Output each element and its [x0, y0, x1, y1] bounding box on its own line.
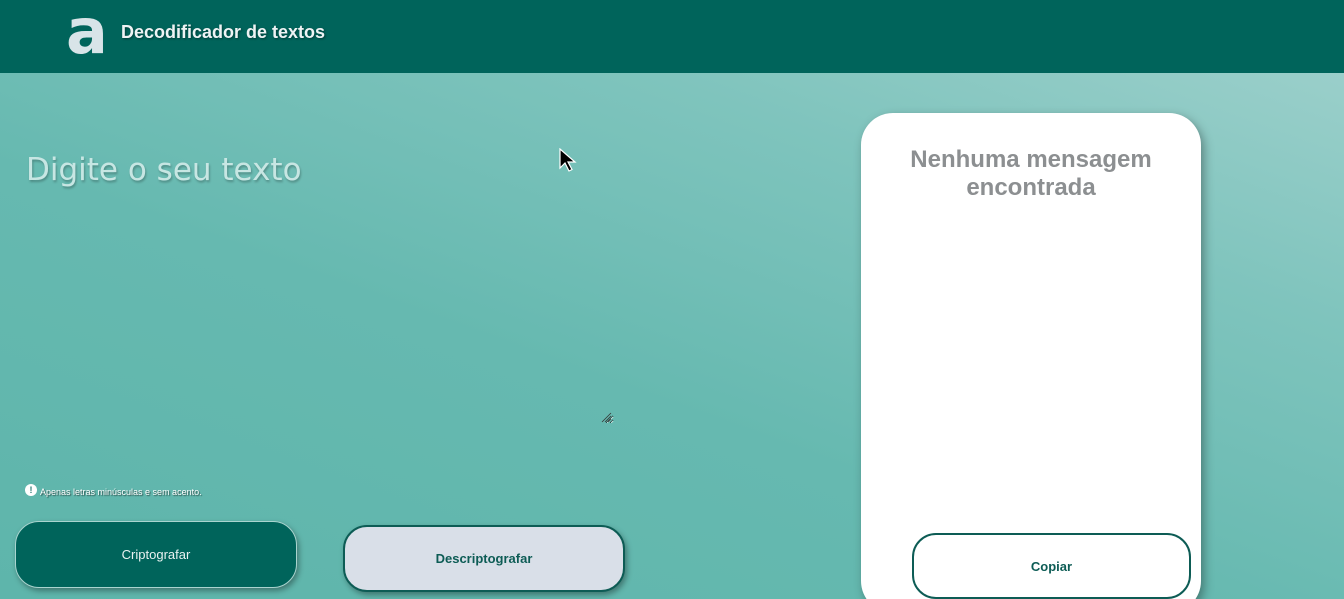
- encrypt-button[interactable]: Criptografar: [15, 521, 297, 588]
- hint-text: Apenas letras minúsculas e sem acento.: [40, 487, 202, 497]
- mouse-cursor-icon: [559, 148, 577, 172]
- resize-handle-icon[interactable]: [600, 411, 612, 423]
- info-icon: !: [25, 484, 37, 496]
- decrypt-button[interactable]: Descriptografar: [343, 525, 625, 592]
- empty-message: Nenhuma mensagem encontrada: [910, 146, 1152, 201]
- output-panel: Nenhuma mensagem encontrada: [861, 113, 1201, 599]
- app-header: a Decodificador de textos: [0, 0, 1344, 73]
- app-title: Decodificador de textos: [121, 22, 326, 42]
- copy-button[interactable]: Copiar: [912, 533, 1191, 599]
- input-hint: ! Apenas letras minúsculas e sem acento.: [25, 483, 202, 497]
- logo-icon: a: [66, 0, 108, 68]
- message-input[interactable]: [14, 140, 614, 424]
